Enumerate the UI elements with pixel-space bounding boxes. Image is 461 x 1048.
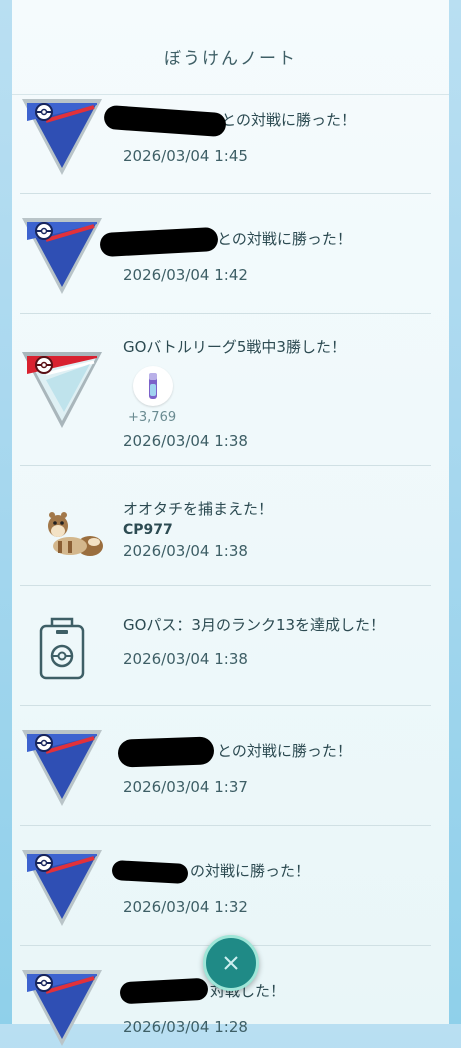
close-button[interactable] xyxy=(203,935,259,991)
reward-bubble xyxy=(133,366,173,406)
page-title: ぼうけんノート xyxy=(164,49,297,69)
entry-timestamp: 2026/03/04 1:37 xyxy=(123,778,248,796)
entry-timestamp: 2026/03/04 1:32 xyxy=(123,898,248,916)
entry-timestamp: 2026/03/04 1:38 xyxy=(123,542,248,560)
entry-timestamp: 2026/03/04 1:28 xyxy=(123,1018,248,1036)
entry-text: との対戦に勝った！ xyxy=(217,742,352,760)
list-item[interactable]: との対戦に勝った！ 2026/03/04 1:42 xyxy=(12,194,449,314)
great-league-icon xyxy=(22,730,102,806)
entry-text: oとの対戦に勝った！ xyxy=(212,111,357,129)
entry-timestamp: 2026/03/04 1:38 xyxy=(123,650,248,668)
list-item[interactable]: oとの対戦に勝った！ 2026/03/04 1:45 xyxy=(12,95,449,194)
redaction-mark xyxy=(117,736,215,768)
go-pass-icon xyxy=(39,617,85,680)
close-icon xyxy=(224,956,238,970)
journal-panel: ぼうけんノート oとの対戦に勝った！ 2026/03/04 1:45 との対戦に… xyxy=(12,0,449,1046)
stardust-icon xyxy=(149,373,157,399)
great-league-icon xyxy=(22,970,102,1046)
redaction-mark xyxy=(103,104,227,138)
entry-timestamp: 2026/03/04 1:45 xyxy=(123,147,248,165)
list-item[interactable]: の対戦に勝った！ 2026/03/04 1:32 xyxy=(12,826,449,946)
cp-value: CP977 xyxy=(123,522,173,538)
journal-list[interactable]: oとの対戦に勝った！ 2026/03/04 1:45 との対戦に勝った！ 202… xyxy=(12,95,449,1046)
list-item[interactable]: オオタチを捕まえた！ CP977 2026/03/04 1:38 xyxy=(12,466,449,586)
entry-text: GOバトルリーグ5戦中3勝した！ xyxy=(123,338,346,356)
furret-icon xyxy=(48,512,103,556)
entry-timestamp: 2026/03/04 1:42 xyxy=(123,266,248,284)
list-item[interactable]: GOバトルリーグ5戦中3勝した！ +3,769 2026/03/04 1:38 xyxy=(12,314,449,466)
list-item[interactable]: との対戦に勝った！ 2026/03/04 1:37 xyxy=(12,706,449,826)
redaction-mark xyxy=(119,977,209,1005)
list-item[interactable]: GOパス：3月のランク13を達成した！ 2026/03/04 1:38 xyxy=(12,586,449,706)
entry-text: GOパス：3月のランク13を達成した！ xyxy=(123,616,386,634)
great-league-icon xyxy=(22,850,102,926)
entry-text: との対戦に勝った！ xyxy=(217,230,352,248)
great-league-icon xyxy=(22,218,102,294)
redaction-mark xyxy=(111,860,189,884)
redaction-mark xyxy=(99,226,219,258)
reward-amount: +3,769 xyxy=(128,410,177,425)
entry-text: オオタチを捕まえた！ xyxy=(123,500,274,518)
entry-timestamp: 2026/03/04 1:38 xyxy=(123,432,248,450)
go-battle-league-icon xyxy=(22,352,102,428)
entry-text: の対戦に勝った！ xyxy=(190,862,311,880)
great-league-icon xyxy=(22,99,102,175)
